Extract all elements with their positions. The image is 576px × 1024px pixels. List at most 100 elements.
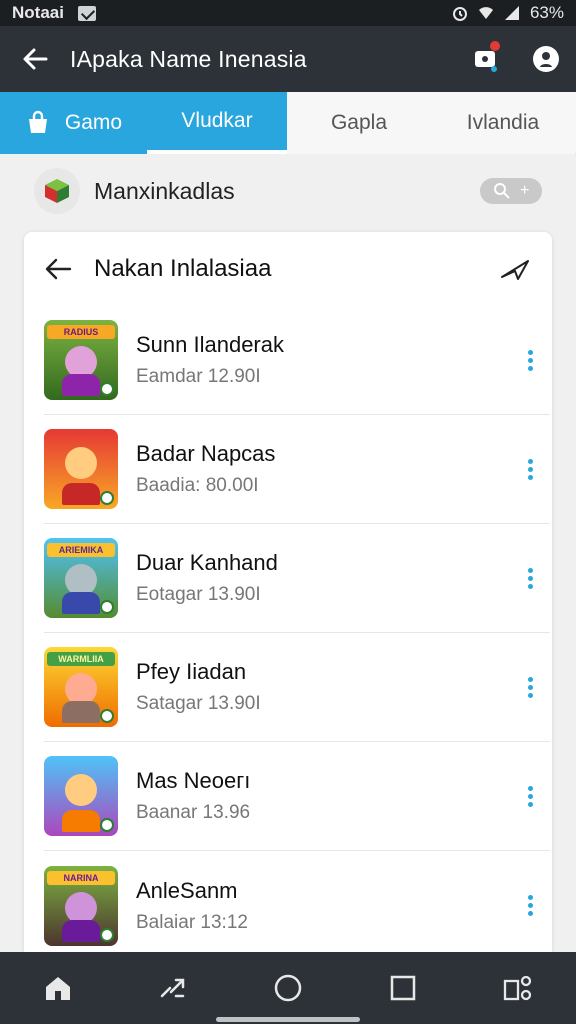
- overview-button[interactable]: [373, 958, 433, 1018]
- thumbnail-banner: ARIEMIKA: [47, 543, 115, 557]
- list-item[interactable]: Badar Napcas Baadia: 80.00I: [44, 415, 550, 524]
- character-face: [65, 891, 97, 924]
- home-button[interactable]: [28, 958, 88, 1018]
- status-icons: 63%: [452, 3, 564, 23]
- character-body: [62, 592, 100, 614]
- home-icon: [45, 977, 70, 1000]
- notifications-button[interactable]: [456, 26, 516, 92]
- bag-icon: [28, 110, 47, 133]
- tab-label: Vludkar: [181, 109, 253, 132]
- coin-icon: [100, 382, 114, 396]
- game-thumbnail: ARIEMIKA: [44, 538, 118, 618]
- back-arrow-icon[interactable]: [44, 257, 72, 281]
- character-body: [62, 810, 100, 832]
- tab-label: Gamo: [64, 111, 123, 134]
- character-body: [62, 701, 100, 723]
- list-item[interactable]: NARINA AnleSanm Balaiar 13:12: [44, 851, 550, 952]
- category-row: Manxinkadlas +: [0, 160, 576, 222]
- item-subtitle: Eamdar 12.90I: [136, 366, 261, 387]
- signal-icon: [504, 6, 519, 20]
- character-body: [62, 483, 100, 505]
- category-cube-icon: [34, 168, 80, 214]
- back-button[interactable]: [0, 26, 70, 92]
- game-thumbnail: [44, 429, 118, 509]
- gesture-home-bar[interactable]: [216, 1017, 360, 1022]
- character-face: [65, 447, 97, 479]
- tab-label: Ivlandia: [466, 111, 540, 134]
- item-name: Sunn Ilanderak: [136, 332, 284, 357]
- coin-icon: [100, 600, 114, 614]
- item-subtitle: Eotagar 13.90I: [136, 584, 261, 605]
- item-subtitle: Satagar 13.90I: [136, 693, 261, 714]
- circle-home-button[interactable]: [258, 958, 318, 1018]
- tab-vludkar[interactable]: Vludkar: [147, 92, 287, 154]
- character-body: [62, 374, 100, 396]
- battery-percentage: 63%: [529, 3, 564, 22]
- item-name: Mas Neoeгı: [136, 768, 251, 793]
- game-thumbnail: [44, 756, 118, 836]
- installed-list-card: Nakan Inlalasiaa RADIUS Sunn Ilanderak E…: [24, 232, 552, 952]
- item-text: Duar Kanhand Eotagar 13.90I: [136, 550, 510, 606]
- alarm-icon: [452, 7, 467, 21]
- system-nav-bar: [0, 952, 576, 1024]
- account-button[interactable]: [516, 26, 576, 92]
- category-label: Manxinkadlas: [94, 177, 235, 204]
- game-thumbnail: NARINA: [44, 865, 118, 946]
- list-item[interactable]: ARIEMIKA Duar Kanhand Eotagar 13.90I: [44, 524, 550, 633]
- apps-icon: [504, 975, 532, 1001]
- item-name: AnleSanm: [136, 877, 238, 903]
- share-icon[interactable]: [500, 257, 532, 281]
- page-title: IApaka Name Inenasia: [70, 45, 307, 72]
- more-vert-icon[interactable]: [510, 439, 550, 499]
- tab-gamo[interactable]: Gamo: [0, 92, 147, 154]
- item-name: Badar Napcas: [136, 441, 276, 466]
- item-text: Badar Napcas Baadia: 80.00I: [136, 441, 510, 497]
- app-bar: IApaka Name Inenasia: [0, 26, 576, 92]
- coin-icon: [100, 709, 114, 723]
- plus-icon: +: [519, 182, 530, 199]
- search-icon: [493, 183, 510, 199]
- coin-icon: [100, 927, 114, 942]
- item-subtitle: Balaiar 13:12: [136, 911, 248, 933]
- apps-button[interactable]: [488, 958, 548, 1018]
- more-vert-icon[interactable]: [510, 766, 550, 826]
- square-icon: [390, 975, 416, 1001]
- list-item[interactable]: RADIUS Sunn Ilanderak Eamdar 12.90I: [44, 306, 550, 415]
- thumbnail-banner: RADIUS: [47, 325, 115, 339]
- tab-label: Gapla: [330, 111, 388, 134]
- tab-gapla[interactable]: Gapla: [287, 92, 431, 154]
- more-vert-icon[interactable]: [510, 330, 550, 390]
- circle-home-icon: [274, 974, 302, 1002]
- notification-badge: [490, 41, 500, 51]
- search-toggle[interactable]: +: [480, 178, 542, 204]
- list-item[interactable]: WARMLIIA Pfey Iiadan Satagar 13.90I: [44, 633, 550, 742]
- card-header: Nakan Inlalasiaa: [24, 232, 552, 306]
- item-name: Duar Kanhand: [136, 550, 278, 575]
- recents-icon: [160, 978, 185, 998]
- tab-ivlandia[interactable]: Ivlandia: [431, 92, 575, 154]
- more-vert-icon[interactable]: [510, 548, 550, 608]
- game-thumbnail: RADIUS: [44, 320, 118, 400]
- more-vert-icon[interactable]: [510, 657, 550, 717]
- status-bar: Notaai 63%: [0, 0, 576, 26]
- item-subtitle: Baadia: 80.00I: [136, 475, 259, 496]
- more-vert-icon[interactable]: [510, 876, 550, 936]
- coin-icon: [100, 818, 114, 832]
- item-text: Pfey Iiadan Satagar 13.90I: [136, 659, 510, 715]
- list-item[interactable]: Mas Neoeгı Baanar 13.96: [44, 742, 550, 851]
- message-notification-icon: [77, 5, 96, 21]
- card-title: Nakan Inlalasiaa: [94, 255, 272, 282]
- item-name: Pfey Iiadan: [136, 659, 247, 684]
- thumbnail-banner: [47, 434, 115, 448]
- tab-bar: Gamo Vludkar Gapla Ivlandia: [0, 92, 576, 154]
- thumbnail-banner: NARINA: [47, 870, 115, 885]
- back-arrow-icon: [23, 48, 48, 70]
- recents-button[interactable]: [143, 958, 203, 1018]
- item-text: AnleSanm Balaiar 13:12: [136, 878, 510, 934]
- wifi-icon: [478, 7, 493, 19]
- coin-icon: [100, 491, 114, 505]
- account-icon: [533, 46, 559, 72]
- item-text: Mas Neoeгı Baanar 13.96: [136, 768, 510, 824]
- character-face: [65, 774, 97, 806]
- character-body: [62, 919, 100, 942]
